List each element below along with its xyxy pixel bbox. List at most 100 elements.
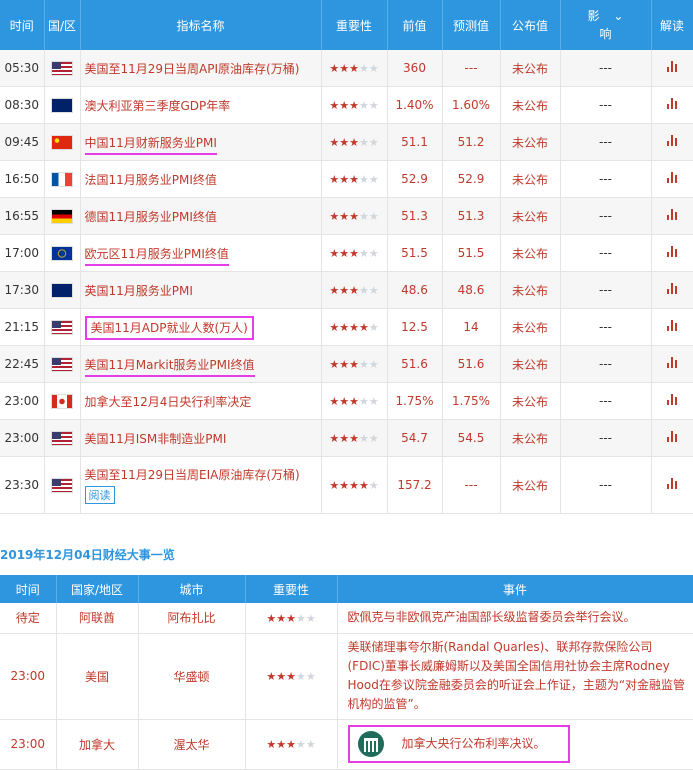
row-indicator-name[interactable]: 中国11月财新服务业PMI	[80, 123, 322, 161]
row-impact: ---	[560, 86, 652, 124]
row-flag	[44, 160, 81, 198]
row-importance: ★★★★★	[321, 160, 388, 198]
row-flag	[44, 234, 81, 272]
row-flag	[44, 197, 81, 235]
row-impact: ---	[560, 234, 652, 272]
row-indicator-name[interactable]: 加拿大至12月4日央行利率决定	[80, 382, 322, 420]
row-impact: ---	[560, 271, 652, 309]
chevron-down-icon[interactable]: ⌄	[613, 9, 623, 23]
row-interpret[interactable]	[651, 234, 693, 272]
bar-chart-icon[interactable]	[667, 172, 677, 183]
row-importance: ★★★★★	[321, 197, 388, 235]
importance-stars: ★★★★★	[266, 670, 316, 683]
bar-chart-icon[interactable]	[667, 283, 677, 294]
importance-stars: ★★★★★	[266, 611, 316, 625]
row-indicator-name[interactable]: 美国至11月29日当周API原油库存(万桶)	[80, 50, 322, 87]
table-row: 23:00 加拿大至12月4日央行利率决定 ★★★★★ 1.75% 1.75% 未公布 --…	[0, 382, 693, 420]
row-flag	[44, 50, 81, 87]
row-indicator-name[interactable]: 英国11月服务业PMI	[80, 271, 322, 309]
row-forecast: 1.75%	[442, 382, 501, 420]
row-interpret[interactable]	[651, 50, 693, 87]
bar-chart-icon[interactable]	[667, 394, 677, 405]
ca-flag-icon	[51, 393, 73, 409]
row-indicator-name[interactable]: 美国至11月29日当周EIA原油库存(万桶) 阅读	[80, 456, 322, 514]
bar-chart-icon[interactable]	[667, 478, 677, 489]
indicator-text[interactable]: 美国11月Markit服务业PMI终值	[84, 357, 255, 377]
bar-chart-icon[interactable]	[667, 135, 677, 146]
row-interpret[interactable]	[651, 345, 693, 383]
row-indicator-name[interactable]: 法国11月服务业PMI终值	[80, 160, 322, 198]
impact-label-1: 影	[587, 9, 600, 23]
row-interpret[interactable]	[651, 308, 693, 346]
read-button[interactable]: 阅读	[84, 486, 115, 504]
event-text-box[interactable]: 加拿大央行公布利率决议。	[347, 725, 570, 763]
event-time: 待定	[0, 603, 57, 634]
row-time: 23:00	[0, 419, 45, 457]
row-indicator-name[interactable]: 美国11月ADP就业人数(万人)	[80, 308, 322, 346]
event-country: 加拿大	[56, 719, 139, 770]
row-indicator-name[interactable]: 德国11月服务业PMI终值	[80, 197, 322, 235]
row-forecast: 51.6	[442, 345, 501, 383]
event-row: 23:00 加拿大 渥太华 ★★★★★ 加拿大央行公布利率决议。	[0, 719, 693, 770]
importance-stars: ★★★★★	[329, 99, 379, 112]
row-forecast: 48.6	[442, 271, 501, 309]
central-bank-icon	[357, 731, 384, 757]
bar-chart-icon[interactable]	[667, 357, 677, 368]
importance-stars: ★★★★★	[329, 284, 379, 297]
bar-chart-icon[interactable]	[667, 320, 677, 331]
row-indicator-name[interactable]: 澳大利亚第三季度GDP年率	[80, 86, 322, 124]
bar-chart-icon[interactable]	[667, 431, 677, 442]
indicator-text[interactable]: 美国至11月29日当周API原油库存(万桶)	[85, 62, 300, 76]
bar-chart-icon[interactable]	[667, 61, 677, 72]
event-importance: ★★★★★	[245, 603, 338, 634]
gb-flag-icon	[51, 282, 73, 298]
indicator-text[interactable]: 英国11月服务业PMI	[85, 284, 193, 298]
row-prev: 1.75%	[387, 382, 443, 420]
indicator-text[interactable]: 欧元区11月服务业PMI终值	[84, 246, 229, 266]
row-prev: 360	[387, 50, 443, 87]
row-time: 17:30	[0, 271, 45, 309]
importance-stars: ★★★★★	[329, 321, 379, 334]
col-interpret: 解读	[651, 0, 693, 50]
row-interpret[interactable]	[651, 123, 693, 161]
row-indicator-name[interactable]: 欧元区11月服务业PMI终值	[80, 234, 322, 272]
row-indicator-name[interactable]: 美国11月ISM非制造业PMI	[80, 419, 322, 457]
row-flag	[44, 345, 81, 383]
row-actual: 未公布	[500, 382, 561, 420]
row-actual: 未公布	[500, 123, 561, 161]
row-interpret[interactable]	[651, 419, 693, 457]
indicator-text[interactable]: 美国11月ISM非制造业PMI	[85, 432, 227, 446]
row-prev: 1.40%	[387, 86, 443, 124]
indicator-text[interactable]: 法国11月服务业PMI终值	[85, 173, 217, 187]
row-prev: 51.1	[387, 123, 443, 161]
indicator-text[interactable]: 澳大利亚第三季度GDP年率	[85, 99, 231, 113]
table-row: 05:30 美国至11月29日当周API原油库存(万桶) ★★★★★ 360 --- 未公…	[0, 50, 693, 87]
table-row: 23:00 美国11月ISM非制造业PMI ★★★★★ 54.7 54.5 未公布 ---	[0, 419, 693, 457]
bar-chart-icon[interactable]	[667, 246, 677, 257]
indicator-text[interactable]: 美国11月ADP就业人数(万人)	[84, 315, 254, 340]
row-interpret[interactable]	[651, 86, 693, 124]
importance-stars: ★★★★★	[329, 247, 379, 260]
row-interpret[interactable]	[651, 271, 693, 309]
indicator-text[interactable]: 加拿大至12月4日央行利率决定	[85, 395, 252, 409]
table-row: 17:00 欧元区11月服务业PMI终值 ★★★★★ 51.5 51.5 未公布 ---	[0, 234, 693, 272]
row-actual: 未公布	[500, 160, 561, 198]
bar-chart-icon[interactable]	[667, 98, 677, 109]
row-importance: ★★★★★	[321, 234, 388, 272]
row-impact: ---	[560, 50, 652, 87]
row-interpret[interactable]	[651, 456, 693, 514]
row-interpret[interactable]	[651, 160, 693, 198]
indicator-text[interactable]: 美国至11月29日当周EIA原油库存(万桶)	[85, 468, 300, 482]
row-interpret[interactable]	[651, 197, 693, 235]
bar-chart-icon[interactable]	[667, 209, 677, 220]
col-impact[interactable]: 影 ⌄ 响	[560, 0, 652, 50]
row-actual: 未公布	[500, 419, 561, 457]
indicator-text[interactable]: 中国11月财新服务业PMI	[84, 135, 217, 155]
events-col-country: 国家/地区	[56, 575, 139, 603]
row-indicator-name[interactable]: 美国11月Markit服务业PMI终值	[80, 345, 322, 383]
event-importance: ★★★★★	[245, 719, 338, 770]
indicator-text[interactable]: 德国11月服务业PMI终值	[85, 210, 217, 224]
row-impact: ---	[560, 160, 652, 198]
row-forecast: 52.9	[442, 160, 501, 198]
row-interpret[interactable]	[651, 382, 693, 420]
